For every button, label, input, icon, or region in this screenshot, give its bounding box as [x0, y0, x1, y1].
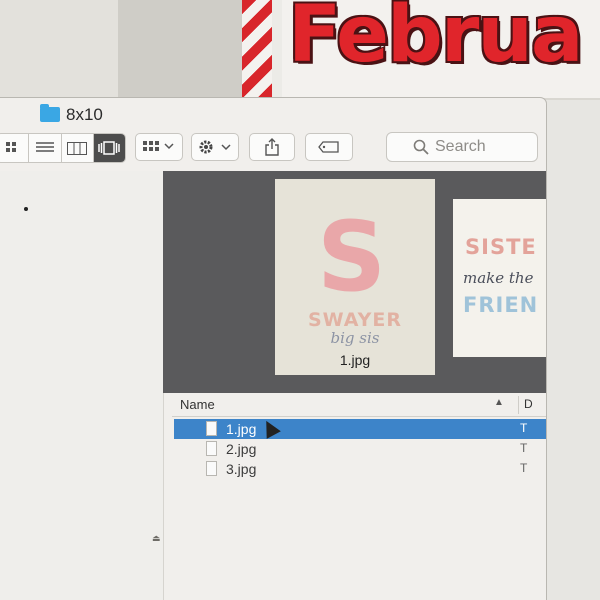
- preview-card-2[interactable]: SISTE make the FRIEN: [453, 199, 546, 357]
- file-name: 2.jpg: [226, 441, 257, 457]
- share-icon: [265, 138, 279, 156]
- cover-flow-view-button[interactable]: [93, 134, 125, 162]
- desktop-background: [0, 0, 118, 100]
- preview-filename: 1.jpg: [339, 352, 371, 368]
- chevron-stripe-decoration: [242, 0, 272, 98]
- group-grid-chevron-icon: [143, 141, 174, 151]
- file-kind: T: [520, 461, 528, 475]
- column-header-name[interactable]: Name: [180, 397, 215, 412]
- list-item[interactable]: 2.jpg T: [174, 439, 546, 459]
- tags-button[interactable]: [305, 133, 353, 161]
- file-name: 1.jpg: [226, 421, 257, 437]
- background-banner: Februa: [282, 0, 600, 98]
- search-icon: [413, 139, 429, 155]
- folder-icon: [40, 104, 60, 122]
- search-field[interactable]: Search: [386, 132, 538, 162]
- finder-window: 8x10 Search ⏏ S SWAYER big sis 1.jpg SIS…: [0, 98, 546, 600]
- file-kind: T: [520, 421, 528, 435]
- sidebar-speck: [24, 207, 28, 211]
- background-right-panel: [545, 100, 600, 600]
- share-button[interactable]: [249, 133, 295, 161]
- list-header: Name ▲ D: [172, 394, 546, 417]
- card2-line-2: make the: [463, 269, 534, 287]
- column-divider[interactable]: [518, 396, 519, 414]
- card2-line-3: FRIEN: [463, 293, 539, 317]
- list-item[interactable]: 1.jpg T: [174, 419, 546, 439]
- window-title: 8x10: [66, 105, 103, 124]
- file-icon: [206, 461, 217, 476]
- file-kind: T: [520, 441, 528, 455]
- file-list: 1.jpg T 2.jpg T 3.jpg T: [172, 417, 546, 600]
- columns-icon: [67, 141, 88, 155]
- title-bar[interactable]: 8x10: [0, 98, 546, 128]
- eject-icon[interactable]: ⏏: [152, 533, 161, 544]
- preview-name-text: SWAYER: [307, 309, 403, 331]
- column-view-button[interactable]: [62, 134, 94, 162]
- preview-card-1[interactable]: S SWAYER big sis 1.jpg: [275, 179, 435, 375]
- action-menu-button[interactable]: [191, 133, 239, 161]
- banner-text: Februa: [288, 0, 583, 80]
- background-divider: [272, 0, 282, 98]
- view-mode-switcher: [0, 133, 126, 163]
- list-icon: [35, 142, 54, 152]
- icon-view-button[interactable]: [0, 134, 30, 162]
- tag-icon: [318, 141, 339, 153]
- list-view-button[interactable]: [29, 134, 62, 162]
- file-icon: [206, 421, 217, 436]
- gear-icon: [199, 140, 231, 154]
- card2-line-1: SISTE: [465, 235, 537, 259]
- sort-ascending-icon[interactable]: ▲: [494, 397, 504, 408]
- file-icon: [206, 441, 217, 456]
- cover-flow-preview[interactable]: S SWAYER big sis 1.jpg SISTE make the FR…: [163, 171, 546, 393]
- column-header-partial[interactable]: D: [524, 397, 533, 411]
- list-item[interactable]: 3.jpg T: [174, 459, 546, 479]
- grid-icon: [5, 142, 16, 152]
- group-by-button[interactable]: [135, 133, 183, 161]
- file-name: 3.jpg: [226, 461, 257, 477]
- preview-subtitle: big sis: [330, 329, 380, 347]
- search-placeholder: Search: [435, 138, 486, 155]
- sidebar[interactable]: [0, 171, 164, 600]
- preview-big-letter: S: [317, 201, 387, 313]
- background-panel: [118, 0, 242, 100]
- cover-flow-icon: [98, 141, 121, 155]
- toolbar: Search: [0, 128, 546, 170]
